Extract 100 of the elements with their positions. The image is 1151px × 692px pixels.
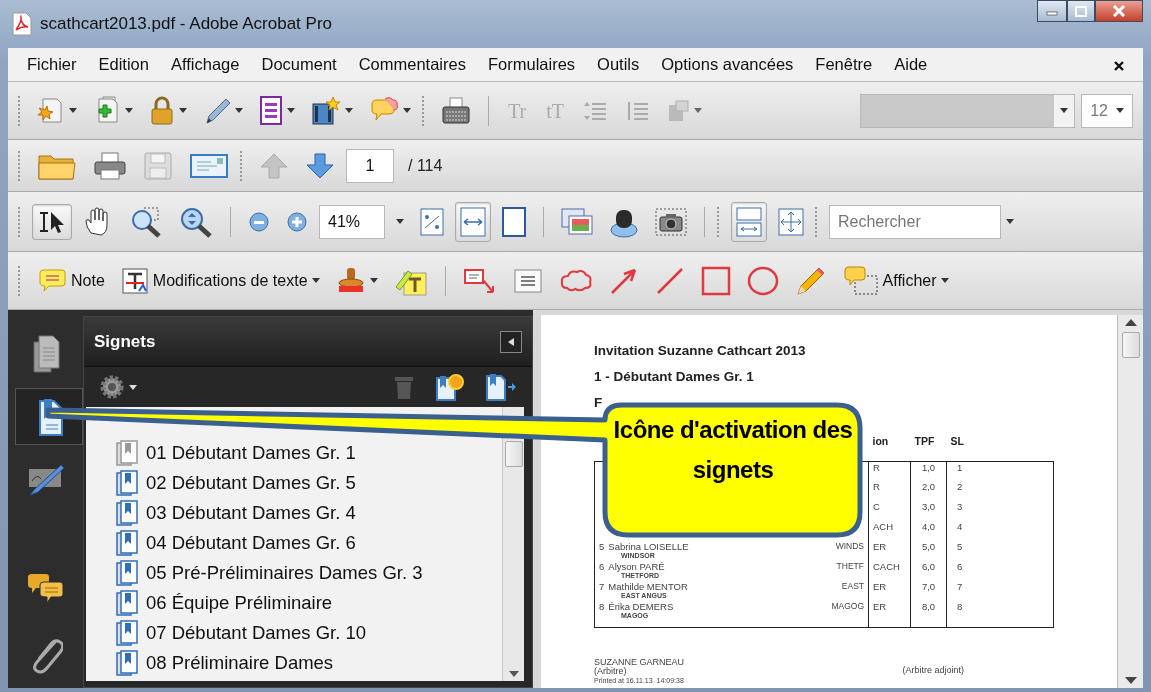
bookmark-page-icon bbox=[116, 620, 138, 646]
up-arrow-icon[interactable] bbox=[1124, 319, 1137, 326]
envelope-icon bbox=[189, 151, 229, 180]
maximize-button[interactable] bbox=[1067, 0, 1095, 22]
competitor-name: Sabrina LOISELLE bbox=[608, 542, 689, 552]
text-box-icon bbox=[512, 267, 543, 294]
menu-item[interactable]: Commentaires bbox=[347, 50, 477, 79]
points-cell: 6,0 bbox=[921, 561, 936, 572]
caret-icon bbox=[129, 384, 137, 390]
zoom-in-icon bbox=[286, 210, 308, 233]
category-cell: ACH bbox=[873, 521, 894, 532]
bookmark-item[interactable]: 04 Débutant Dames Gr. 6 bbox=[116, 528, 502, 558]
film-star-icon bbox=[311, 95, 341, 126]
maximize-icon bbox=[1075, 5, 1087, 17]
points-cell: 5,0 bbox=[921, 541, 936, 552]
actual-size-icon bbox=[420, 207, 444, 236]
bookmark-page-icon bbox=[116, 470, 138, 496]
bookmark-item[interactable]: 02 Débutant Dames Gr. 5 bbox=[116, 468, 502, 498]
bookmark-item[interactable]: 03 Débutant Dames Gr. 4 bbox=[116, 498, 502, 528]
row-number: 7 bbox=[599, 582, 605, 592]
row-number: 6 bbox=[599, 562, 605, 572]
caret-icon bbox=[693, 108, 702, 113]
menu-item[interactable]: Aide bbox=[883, 50, 939, 79]
bookmark-page-icon bbox=[116, 440, 138, 466]
bookmark-page-icon bbox=[116, 500, 138, 526]
scrollbar-thumb[interactable] bbox=[1121, 332, 1140, 358]
referee-name: SUZANNE GARNEAU bbox=[594, 657, 684, 667]
caret-icon bbox=[1116, 108, 1124, 113]
fit-width-icon bbox=[460, 206, 486, 237]
caret-icon bbox=[369, 278, 378, 283]
bookmark-item[interactable]: 06 Équipe Préliminaire bbox=[116, 588, 502, 618]
caret-icon bbox=[940, 278, 949, 283]
search-field[interactable]: Rechercher bbox=[829, 204, 1001, 239]
caret-icon bbox=[403, 108, 411, 113]
menu-item[interactable]: Document bbox=[250, 50, 348, 79]
bookmark-item[interactable]: 01 Débutant Dames Gr. 1 bbox=[116, 438, 502, 468]
document-subtitle: 1 - Débutant Dames Gr. 1 bbox=[594, 369, 755, 385]
column-header: SL bbox=[950, 435, 964, 447]
menu-item[interactable]: Affichage bbox=[159, 50, 251, 79]
camera-icon bbox=[655, 207, 687, 236]
caret-icon bbox=[396, 219, 404, 224]
bookmark-item[interactable]: 07 Débutant Dames Gr. 10 bbox=[116, 618, 502, 648]
zoom-icon bbox=[179, 205, 213, 238]
competitor-name: Mathilde MENTOR bbox=[608, 582, 688, 592]
new-bookmark-icon bbox=[435, 373, 465, 401]
menu-item[interactable]: Fenêtre bbox=[804, 50, 884, 79]
text-edits-button[interactable]: Modifications de texte bbox=[115, 261, 325, 300]
category-cell: ER bbox=[873, 581, 887, 592]
points-cell: 8,0 bbox=[921, 601, 936, 612]
row-number: 8 bbox=[599, 602, 605, 612]
assistant-referee-role: (Arbitre adjoint) bbox=[902, 666, 964, 677]
bookmark-item[interactable]: 05 Pré-Préliminaires Dames Gr. 3 bbox=[116, 558, 502, 588]
panel-title: Signets bbox=[94, 330, 156, 353]
padlock-icon bbox=[149, 95, 175, 126]
select-tool-button[interactable] bbox=[32, 203, 72, 240]
rank-cell: 6 bbox=[957, 561, 963, 572]
points-cell: 4,0 bbox=[921, 521, 936, 532]
note-button[interactable]: Note bbox=[32, 263, 110, 298]
font-size-field[interactable]: 12 bbox=[1081, 93, 1133, 128]
points-cell: 2,0 bbox=[921, 481, 936, 492]
page-count: / 114 bbox=[408, 155, 443, 176]
menu-item[interactable]: Edition bbox=[87, 50, 160, 79]
collapse-panel-button[interactable] bbox=[500, 330, 522, 353]
close-button[interactable] bbox=[1095, 0, 1143, 22]
pdf-file-icon bbox=[12, 12, 32, 36]
rank-cell: 3 bbox=[957, 501, 963, 512]
pages-icon bbox=[30, 334, 61, 375]
category-cell: C bbox=[873, 501, 880, 512]
menu-item[interactable]: Formulaires bbox=[476, 50, 587, 79]
zoom-field[interactable]: 41% bbox=[319, 204, 385, 239]
text-edit-icon bbox=[120, 266, 149, 295]
rank-cell: 7 bbox=[957, 581, 963, 592]
speech-bubble-icon bbox=[842, 265, 879, 296]
page-number-field[interactable]: 1 bbox=[346, 148, 394, 183]
menu-item[interactable]: Fichier bbox=[16, 50, 88, 79]
down-arrow-icon[interactable] bbox=[1124, 677, 1137, 684]
scrolling-mode-button[interactable] bbox=[731, 201, 767, 242]
menu-item[interactable]: Options avancées bbox=[650, 50, 805, 79]
menu-item[interactable]: Outils bbox=[586, 50, 651, 79]
bookmark-item[interactable]: 08 Préliminaire Dames bbox=[116, 648, 502, 678]
rank-cell: 5 bbox=[957, 541, 963, 552]
cloud-icon bbox=[558, 267, 593, 294]
fit-width-button[interactable] bbox=[455, 201, 491, 242]
document-title: Invitation Suzanne Cathcart 2013 bbox=[594, 343, 807, 359]
caret-icon bbox=[287, 108, 295, 113]
down-arrow-icon bbox=[305, 151, 335, 180]
bookmark-expand-icon bbox=[485, 373, 517, 401]
down-arrow-icon[interactable] bbox=[508, 671, 519, 677]
caret-icon bbox=[311, 278, 320, 283]
pictures-icon bbox=[561, 207, 593, 236]
oval-icon bbox=[746, 265, 779, 296]
scrollbar-thumb[interactable] bbox=[504, 441, 523, 467]
close-icon bbox=[1112, 5, 1126, 17]
show-button[interactable]: Afficher bbox=[837, 260, 954, 301]
document-star-icon bbox=[37, 95, 65, 126]
club-code: THETF bbox=[836, 562, 864, 573]
font-field[interactable] bbox=[860, 93, 1076, 128]
caret-icon bbox=[69, 108, 77, 113]
category-cell: CACH bbox=[873, 561, 900, 572]
minimize-button[interactable] bbox=[1037, 0, 1067, 22]
